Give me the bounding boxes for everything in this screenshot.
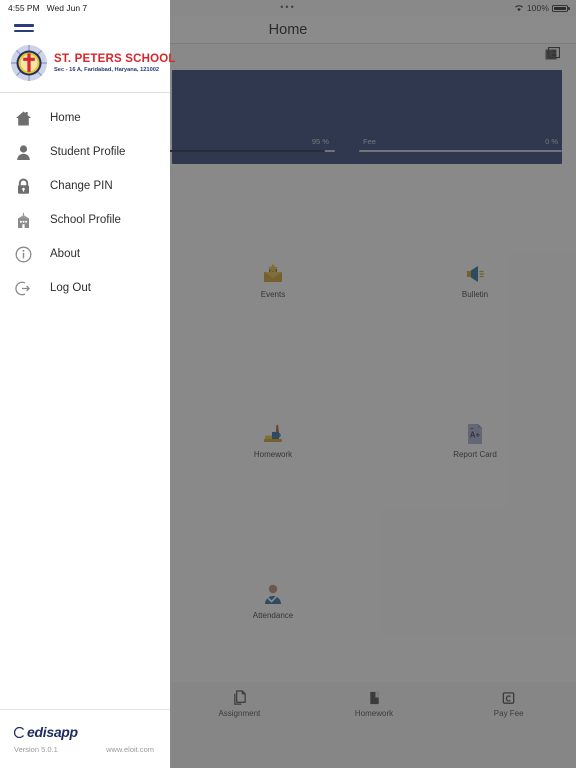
sidebar-item-school-profile[interactable]: School Profile <box>0 203 170 237</box>
drawer-footer: edisapp Version 5.0.1 www.eloit.com <box>0 709 170 768</box>
hamburger-menu-icon[interactable] <box>0 16 170 38</box>
sidebar-item-change-pin[interactable]: Change PIN <box>0 169 170 203</box>
school-name: ST. PETERS SCHOOL <box>54 52 176 65</box>
lock-icon <box>14 177 32 195</box>
brand-name: edisapp <box>27 724 78 740</box>
sidebar-item-about[interactable]: About <box>0 237 170 271</box>
sidebar-item-label: Change PIN <box>50 180 113 192</box>
drawer-status-date: Wed Jun 7 <box>46 3 88 13</box>
drawer-status-bar: 4:55 PM Wed Jun 7 <box>0 0 170 16</box>
sidebar-item-label: Student Profile <box>50 146 126 158</box>
school-address: Sec - 16 A, Faridabad, Haryana, 121002 <box>54 66 160 73</box>
info-circle-icon <box>14 245 32 263</box>
sidebar-item-label: Home <box>50 112 81 124</box>
person-icon <box>14 143 32 161</box>
drawer-menu: Home Student Profile Change PIN School P… <box>0 93 170 709</box>
cloud-icon <box>14 726 25 738</box>
sidebar-item-home[interactable]: Home <box>0 101 170 135</box>
home-icon <box>14 109 32 127</box>
edisapp-logo: edisapp <box>0 724 170 740</box>
drawer-status-time: 4:55 PM <box>8 3 40 13</box>
sidebar-item-log-out[interactable]: Log Out <box>0 271 170 305</box>
navigation-drawer: 4:55 PM Wed Jun 7 ST. PETERS SCHOOL Sec … <box>0 0 175 768</box>
logout-arrow-icon <box>14 279 32 297</box>
sidebar-item-student-profile[interactable]: Student Profile <box>0 135 170 169</box>
sidebar-item-label: Log Out <box>50 282 91 294</box>
school-crest-icon <box>10 44 48 82</box>
school-header: ST. PETERS SCHOOL Sec - 16 A, Faridabad,… <box>0 38 175 92</box>
app-version: Version 5.0.1 <box>14 745 58 754</box>
sidebar-item-label: School Profile <box>50 214 121 226</box>
website-link[interactable]: www.eloit.com <box>106 745 154 754</box>
sidebar-item-label: About <box>50 248 81 260</box>
building-icon <box>14 211 32 229</box>
